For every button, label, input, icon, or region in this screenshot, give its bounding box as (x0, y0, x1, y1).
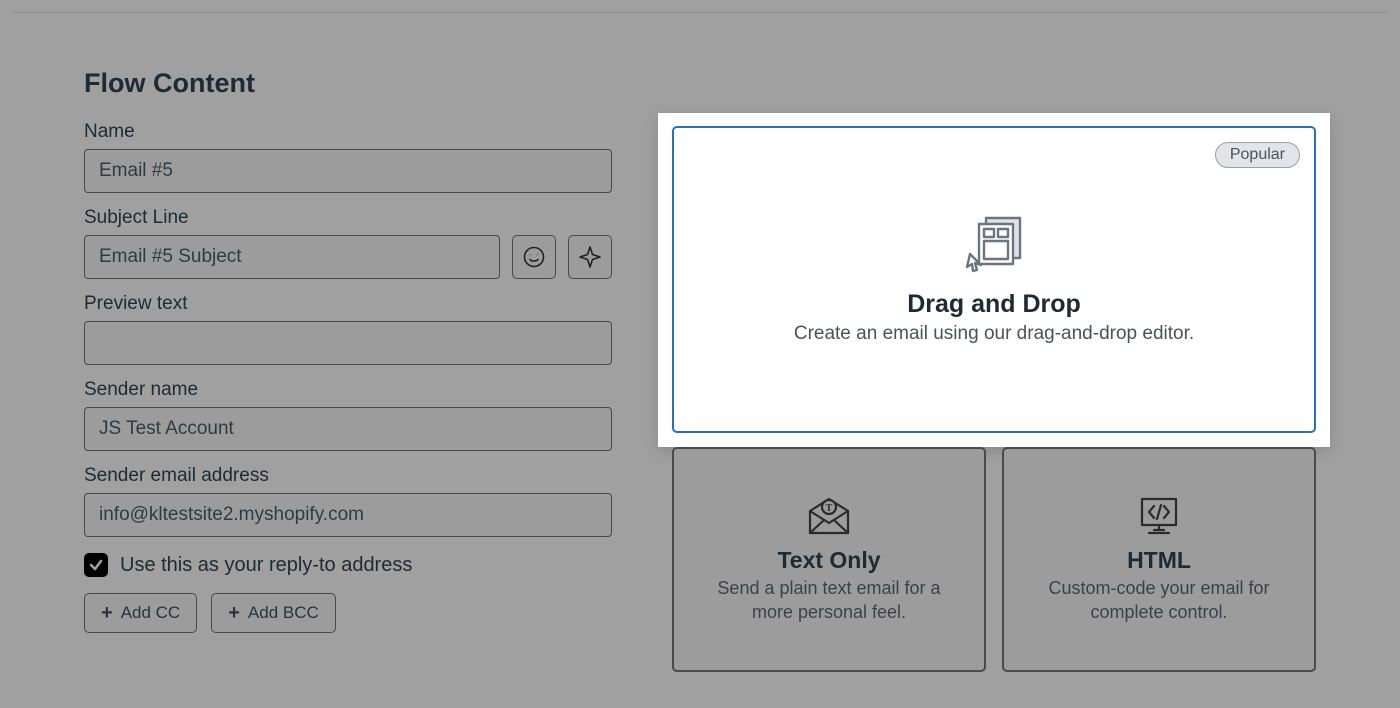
editor-card-drag-drop[interactable]: Popular Drag and Drop Create an email us… (672, 126, 1316, 433)
add-cc-button[interactable]: + Add CC (84, 593, 197, 633)
reply-to-checkbox[interactable] (84, 553, 108, 577)
label-sender-email: Sender email address (84, 465, 612, 487)
field-name: Name (84, 121, 612, 193)
reply-to-label: Use this as your reply-to address (120, 554, 412, 577)
cc-bcc-row: + Add CC + Add BCC (84, 593, 612, 633)
add-cc-label: Add CC (121, 603, 181, 623)
reply-to-row: Use this as your reply-to address (84, 553, 612, 577)
content-area: Flow Content Name Subject Line (84, 68, 1316, 633)
editor-column: Popular Drag and Drop Create an email us… (672, 121, 1316, 633)
page-title: Flow Content (84, 68, 1316, 99)
form-column: Name Subject Line (84, 121, 612, 633)
svg-text:T: T (826, 503, 833, 514)
field-preview: Preview text (84, 293, 612, 365)
label-subject: Subject Line (84, 207, 612, 229)
check-icon (88, 557, 104, 573)
plus-icon: + (101, 603, 113, 623)
smile-icon (522, 245, 546, 269)
subject-row (84, 235, 612, 279)
sender-email-input[interactable] (84, 493, 612, 537)
emoji-button[interactable] (512, 235, 556, 279)
sparkle-icon (578, 245, 602, 269)
label-preview: Preview text (84, 293, 612, 315)
card-title: Text Only (777, 547, 880, 574)
add-bcc-button[interactable]: + Add BCC (211, 593, 336, 633)
preview-input[interactable] (84, 321, 612, 365)
card-desc: Create an email using our drag-and-drop … (794, 321, 1194, 347)
ai-suggest-button[interactable] (568, 235, 612, 279)
html-code-icon (1134, 495, 1184, 537)
text-envelope-icon: T (804, 495, 854, 537)
sender-name-input[interactable] (84, 407, 612, 451)
field-sender-name: Sender name (84, 379, 612, 451)
app-root: Flow Content Name Subject Line (0, 0, 1400, 708)
card-title: Drag and Drop (907, 290, 1081, 319)
card-desc: Send a plain text email for a more perso… (698, 576, 960, 625)
editor-card-html[interactable]: HTML Custom-code your email for complete… (1002, 447, 1316, 672)
label-sender-name: Sender name (84, 379, 612, 401)
panel: Flow Content Name Subject Line (12, 12, 1388, 708)
plus-icon: + (228, 603, 240, 623)
subject-input[interactable] (84, 235, 500, 279)
card-title: HTML (1127, 547, 1191, 574)
editor-bottom-row: T Text Only Send a plain text email for … (672, 447, 1316, 672)
field-sender-email: Sender email address (84, 465, 612, 537)
add-bcc-label: Add BCC (248, 603, 319, 623)
label-name: Name (84, 121, 612, 143)
name-input[interactable] (84, 149, 612, 193)
editor-card-text-only[interactable]: T Text Only Send a plain text email for … (672, 447, 986, 672)
popular-badge: Popular (1215, 142, 1300, 168)
drag-drop-icon (962, 212, 1026, 276)
card-desc: Custom-code your email for complete cont… (1028, 576, 1290, 625)
columns: Name Subject Line (84, 121, 1316, 633)
field-subject: Subject Line (84, 207, 612, 279)
